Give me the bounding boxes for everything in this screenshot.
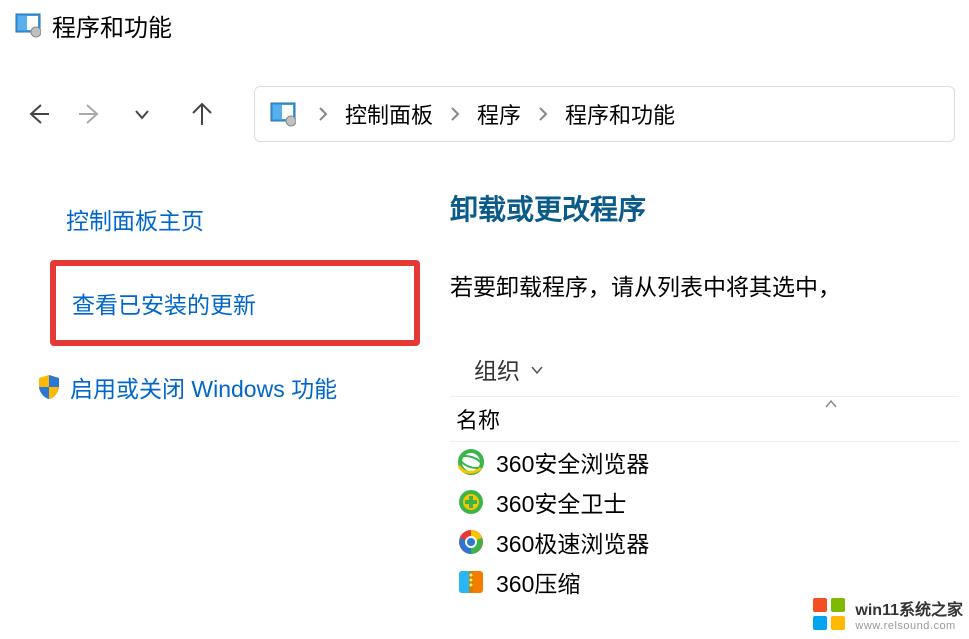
breadcrumb-control-panel[interactable]: 控制面板 bbox=[341, 98, 437, 130]
sidebar-view-installed-updates[interactable]: 查看已安装的更新 bbox=[50, 260, 420, 346]
watermark-title: win11系统之家 bbox=[855, 596, 963, 620]
chevron-right-icon bbox=[449, 106, 461, 122]
toolbar: 组织 bbox=[450, 342, 959, 396]
back-button[interactable] bbox=[14, 90, 62, 138]
content-area: 控制面板主页 查看已安装的更新 启用或关闭 Windows 功能 卸载或更改程序… bbox=[0, 188, 969, 602]
program-name: 360安全卫士 bbox=[496, 485, 626, 519]
window-title: 程序和功能 bbox=[52, 8, 172, 43]
address-bar[interactable]: 控制面板 程序 程序和功能 bbox=[254, 86, 955, 142]
browser-ie-icon bbox=[456, 447, 486, 477]
column-header-name[interactable]: 名称 bbox=[456, 403, 500, 435]
list-item[interactable]: 360安全卫士 bbox=[456, 482, 953, 522]
zip-archive-icon bbox=[456, 567, 486, 597]
program-name: 360极速浏览器 bbox=[496, 525, 649, 559]
breadcrumb-programs-features[interactable]: 程序和功能 bbox=[561, 98, 679, 130]
list-item[interactable]: 360安全浏览器 bbox=[456, 442, 953, 482]
column-header-row: 名称 bbox=[450, 396, 959, 442]
chevron-down-icon bbox=[530, 356, 544, 383]
history-dropdown[interactable] bbox=[118, 90, 166, 138]
program-name: 360安全浏览器 bbox=[496, 445, 649, 479]
main-description: 若要卸载程序，请从列表中将其选中， bbox=[450, 268, 959, 302]
main-heading: 卸载或更改程序 bbox=[450, 188, 959, 228]
chevron-right-icon bbox=[317, 106, 329, 122]
sidebar-windows-features-label: 启用或关闭 Windows 功能 bbox=[70, 370, 337, 404]
list-item[interactable]: 360极速浏览器 bbox=[456, 522, 953, 562]
watermark: win11系统之家 www.relsound.com bbox=[809, 594, 963, 634]
chevron-right-icon bbox=[537, 106, 549, 122]
main-panel: 卸载或更改程序 若要卸载程序，请从列表中将其选中， 组织 名称 bbox=[440, 188, 969, 602]
sidebar: 控制面板主页 查看已安装的更新 启用或关闭 Windows 功能 bbox=[0, 188, 440, 602]
watermark-text: win11系统之家 www.relsound.com bbox=[855, 596, 963, 632]
organize-dropdown[interactable]: 组织 bbox=[474, 352, 544, 386]
watermark-url: www.relsound.com bbox=[855, 620, 963, 632]
sidebar-windows-features[interactable]: 启用或关闭 Windows 功能 bbox=[50, 356, 420, 418]
control-panel-icon bbox=[269, 100, 297, 128]
breadcrumb-programs[interactable]: 程序 bbox=[473, 98, 525, 130]
sidebar-control-panel-home[interactable]: 控制面板主页 bbox=[50, 188, 420, 250]
forward-button[interactable] bbox=[66, 90, 114, 138]
program-name: 360压缩 bbox=[496, 565, 580, 599]
shield-icon bbox=[36, 374, 62, 400]
up-button[interactable] bbox=[178, 90, 226, 138]
windows11-logo-icon bbox=[809, 594, 849, 634]
navigation-row: 控制面板 程序 程序和功能 bbox=[0, 80, 969, 148]
control-panel-icon bbox=[14, 11, 42, 39]
360-shield-icon bbox=[456, 487, 486, 517]
organize-label: 组织 bbox=[474, 352, 520, 386]
program-list: 360安全浏览器 360安全卫士 bbox=[450, 442, 959, 602]
chrome-color-icon bbox=[456, 527, 486, 557]
sort-indicator-icon bbox=[823, 397, 839, 415]
window-title-bar: 程序和功能 bbox=[0, 0, 969, 50]
